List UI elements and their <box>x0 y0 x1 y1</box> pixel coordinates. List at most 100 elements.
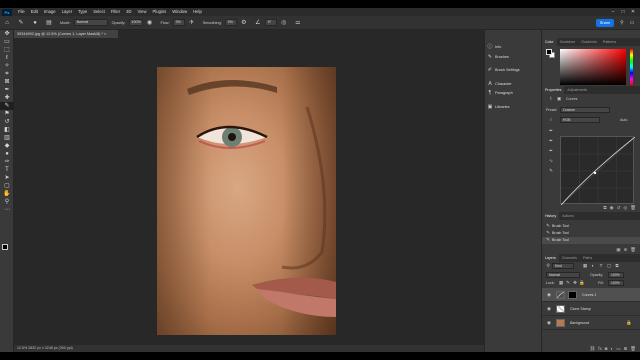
brush-tool-icon[interactable]: ✎ <box>0 102 14 110</box>
lock-image-icon[interactable]: ✎ <box>565 280 571 286</box>
clone-stamp-tool-icon[interactable]: ⚑ <box>0 110 14 118</box>
lock-position-icon[interactable]: ✥ <box>572 280 578 286</box>
layer-name[interactable]: Background <box>570 316 589 330</box>
filter-shape-icon[interactable]: ▢ <box>606 263 612 269</box>
view-previous-icon[interactable]: ◉ <box>610 204 614 211</box>
brush-panel-toggle-icon[interactable]: ▤ <box>45 19 53 27</box>
gradient-tool-icon[interactable]: ▥ <box>0 134 14 142</box>
tab-gradients[interactable]: Gradients <box>578 38 600 46</box>
move-tool-icon[interactable]: ✥ <box>0 30 14 38</box>
frame-tool-icon[interactable]: ⊠ <box>0 78 14 86</box>
new-adjustment-layer-icon[interactable]: ◐ <box>611 345 614 352</box>
white-point-eyedropper-icon[interactable]: ✒ <box>548 148 554 154</box>
layer-row-curves[interactable]: ◉ Curves 1 <box>542 288 640 302</box>
new-document-from-state-icon[interactable]: ⊕ <box>624 246 628 253</box>
target-adjustment-icon[interactable]: ☝ <box>548 117 554 123</box>
new-group-icon[interactable]: ▭ <box>616 345 620 352</box>
clip-to-layer-icon[interactable]: ⧉ <box>603 204 606 211</box>
delete-adjustment-icon[interactable]: 🗑 <box>630 204 636 211</box>
menu-select[interactable]: Select <box>90 8 108 16</box>
share-button[interactable]: Share <box>596 19 614 27</box>
layer-style-icon[interactable]: fx <box>598 345 602 352</box>
menu-plugins[interactable]: Plugins <box>150 8 170 16</box>
new-layer-icon[interactable]: ⊞ <box>624 345 628 352</box>
channel-select[interactable]: RGB <box>560 117 600 123</box>
visibility-eye-icon[interactable]: ◉ <box>546 320 552 326</box>
reset-icon[interactable]: ↺ <box>617 204 621 211</box>
document-image[interactable] <box>157 67 336 335</box>
black-point-eyedropper-icon[interactable]: ✒ <box>548 128 554 134</box>
tab-layers[interactable]: Layers <box>542 254 559 262</box>
visibility-eye-icon[interactable]: ◉ <box>546 292 552 298</box>
layer-name[interactable]: Curves 1 <box>582 288 596 302</box>
filter-adjustment-icon[interactable]: ◐ <box>590 263 596 269</box>
quick-selection-tool-icon[interactable]: ✧ <box>0 62 14 70</box>
path-selection-tool-icon[interactable]: ➤ <box>0 174 14 182</box>
dock-item-libraries[interactable]: ▣ Libraries <box>485 102 543 111</box>
tab-color[interactable]: Color <box>542 38 557 46</box>
auto-button[interactable]: Auto <box>620 118 627 122</box>
minimize-icon[interactable]: – <box>608 8 618 16</box>
symmetry-icon[interactable]: ⚌ <box>294 19 302 27</box>
pressure-size-icon[interactable]: ◎ <box>280 19 288 27</box>
new-snapshot-icon[interactable]: ▣ <box>616 246 620 253</box>
edit-toolbar-icon[interactable]: ⋯ <box>0 206 14 214</box>
menu-edit[interactable]: Edit <box>28 8 41 16</box>
history-item[interactable]: ✎ Brush Tool <box>542 230 640 237</box>
mode-select[interactable]: Normal <box>73 19 108 26</box>
zoom-tool-icon[interactable]: ⚲ <box>0 198 14 206</box>
lock-transparent-icon[interactable]: ▦ <box>558 280 564 286</box>
eyedropper-tool-icon[interactable]: ✒ <box>0 86 14 94</box>
pen-tool-icon[interactable]: ✑ <box>0 158 14 166</box>
workspace-icon[interactable]: ▭ <box>628 19 636 27</box>
menu-type[interactable]: Type <box>75 8 90 16</box>
visibility-eye-icon[interactable]: ◉ <box>546 306 552 312</box>
home-icon[interactable]: ⌂ <box>3 19 11 27</box>
curve-edit-points-icon[interactable]: ∿ <box>548 158 554 164</box>
curves-graph[interactable] <box>560 136 636 206</box>
history-item-selected[interactable]: ✎ Brush Tool <box>542 237 640 244</box>
angle-input[interactable]: 0° <box>264 19 277 26</box>
layer-filter-kind-select[interactable]: Kind <box>552 263 574 269</box>
hand-tool-icon[interactable]: ✋ <box>0 190 14 198</box>
menu-3d[interactable]: 3D <box>123 8 134 16</box>
layer-mask-icon[interactable]: ▣ <box>556 96 562 102</box>
foreground-color-swatch[interactable] <box>2 244 8 250</box>
dock-item-info[interactable]: ⓘ Info <box>485 42 543 51</box>
opacity-input[interactable]: 100% <box>128 19 143 26</box>
filter-pixel-icon[interactable]: ▦ <box>582 263 588 269</box>
dock-item-brushes[interactable]: ✎ Brushes <box>485 52 543 61</box>
tab-actions[interactable]: Actions <box>559 212 577 220</box>
dodge-tool-icon[interactable]: ● <box>0 150 14 158</box>
menu-layer[interactable]: Layer <box>59 8 75 16</box>
crop-tool-icon[interactable]: ⌗ <box>0 70 14 78</box>
lock-all-icon[interactable]: 🔒 <box>579 280 585 286</box>
layer-name[interactable]: Clone Stamp <box>570 302 591 316</box>
close-icon[interactable]: ✕ <box>628 8 638 16</box>
filter-smart-object-icon[interactable]: ⧉ <box>614 263 620 269</box>
type-tool-icon[interactable]: T <box>0 166 14 174</box>
tab-swatches[interactable]: Swatches <box>557 38 579 46</box>
menu-help[interactable]: Help <box>190 8 205 16</box>
hue-slider[interactable] <box>630 49 633 85</box>
layer-mask-thumbnail[interactable] <box>568 291 577 299</box>
dock-item-character[interactable]: A Character <box>485 79 543 88</box>
add-mask-icon[interactable]: ◙ <box>605 345 608 352</box>
link-layers-icon[interactable]: ⛓ <box>590 345 596 352</box>
history-brush-tool-icon[interactable]: ↺ <box>0 118 14 126</box>
maximize-icon[interactable]: □ <box>618 8 628 16</box>
flow-input[interactable]: 3% <box>172 19 185 26</box>
rectangle-tool-icon[interactable]: ▢ <box>0 182 14 190</box>
search-icon[interactable]: ⚲ <box>618 19 626 27</box>
history-item[interactable]: ✎ Brush Tool <box>542 223 640 230</box>
menu-image[interactable]: Image <box>41 8 59 16</box>
delete-layer-icon[interactable]: 🗑 <box>630 345 636 352</box>
tab-channels[interactable]: Channels <box>559 254 580 262</box>
gray-point-eyedropper-icon[interactable]: ✒ <box>548 138 554 144</box>
artboard-tool-icon[interactable]: ▭ <box>0 38 14 46</box>
tab-paths[interactable]: Paths <box>580 254 595 262</box>
fill-input[interactable]: 100% <box>608 280 624 286</box>
dock-item-brush-settings[interactable]: ✐ Brush Settings <box>485 65 543 74</box>
tab-patterns[interactable]: Patterns <box>600 38 619 46</box>
tab-history[interactable]: History <box>542 212 560 220</box>
